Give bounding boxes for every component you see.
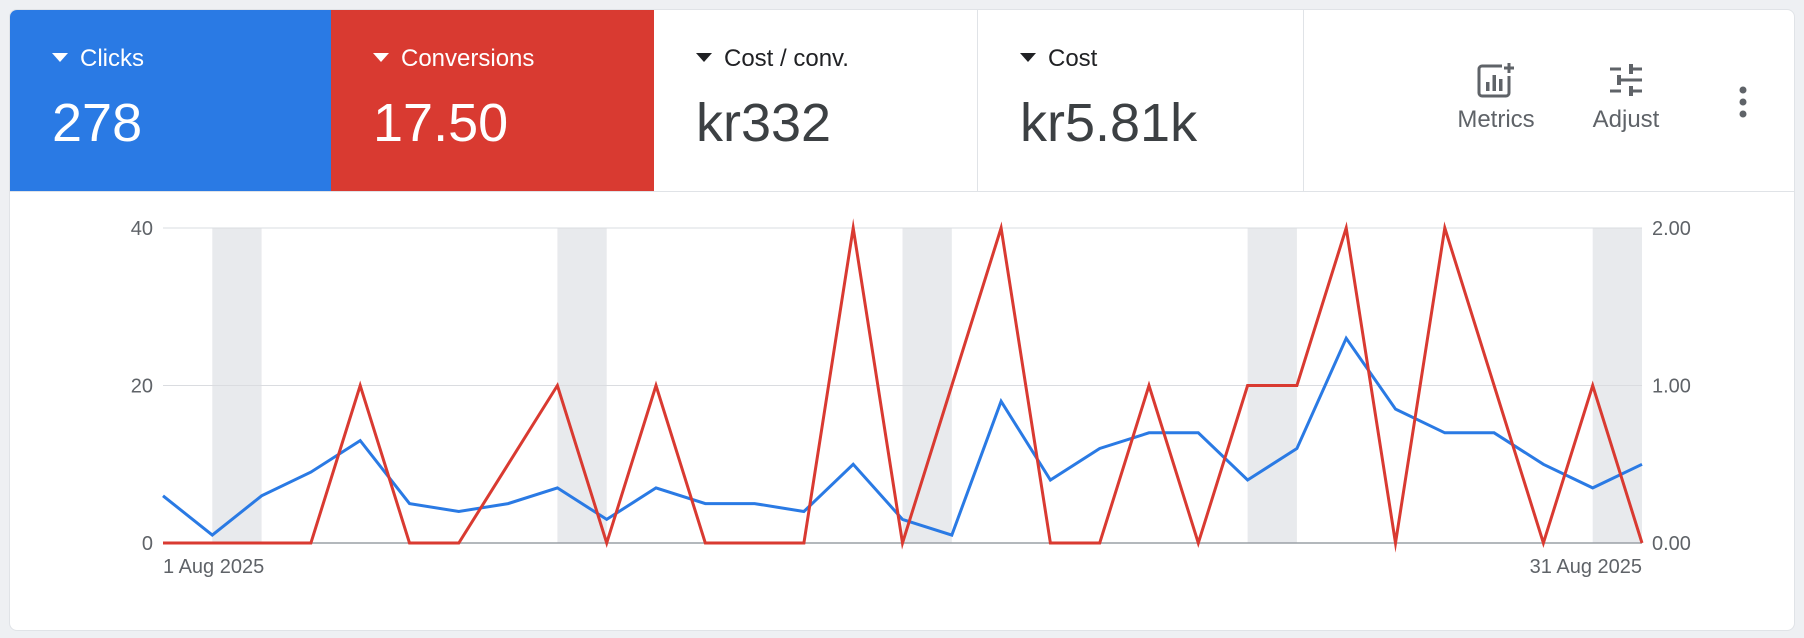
performance-card: Clicks 278 Conversions 17.50 Cost / conv… bbox=[9, 9, 1795, 631]
x-tick-label: 1 Aug 2025 bbox=[163, 556, 264, 578]
x-tick-label: 31 Aug 2025 bbox=[1530, 556, 1642, 578]
y-right-tick-label: 1.00 bbox=[1652, 376, 1691, 398]
y-left-tick-label: 40 bbox=[131, 218, 153, 240]
x-axis-labels: 1 Aug 2025 31 Aug 2025 bbox=[163, 556, 1642, 578]
y-right-tick-label: 0.00 bbox=[1652, 533, 1691, 555]
y-left-tick-label: 0 bbox=[142, 533, 153, 555]
y-left-tick-label: 20 bbox=[131, 376, 153, 398]
performance-line-chart: 0 20 40 0.00 1.00 2.00 1 Aug 2025 31 Aug 2025 bbox=[131, 218, 1691, 578]
y-right-tick-label: 2.00 bbox=[1652, 218, 1691, 240]
